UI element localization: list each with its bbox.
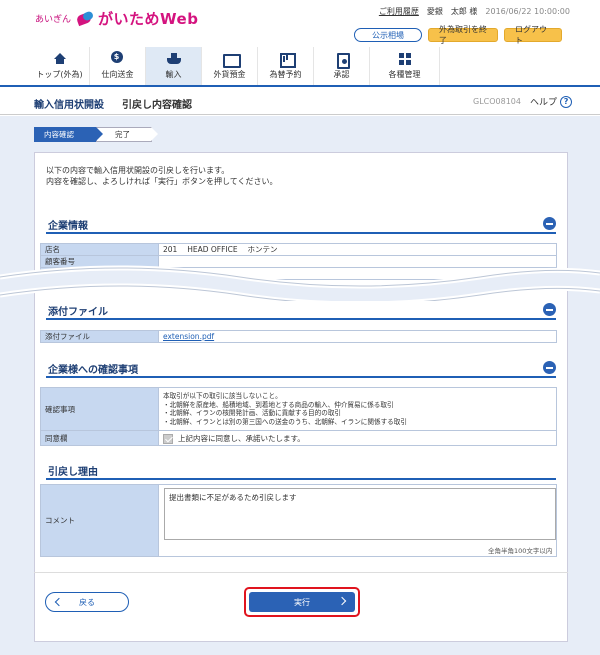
confirmation-text: 本取引が以下の取引に該当しないこと。 ・北朝鮮を原産地、船積地域、到着地とする商… [163, 390, 552, 428]
title-bar: 輸入信用状開設 引戻し内容確認 GLCO08104 ヘルプ? [0, 89, 600, 115]
confirmation-table: 確認事項 本取引が以下の取引に該当しないこと。 ・北朝鮮を原産地、船積地域、到着… [40, 387, 557, 446]
nav-import[interactable]: 輸入 [146, 47, 202, 85]
field-value: 上記内容に同意し、承諾いたします。 [158, 430, 557, 446]
nav-top[interactable]: トップ(外為) [30, 47, 90, 85]
confirmation-line: ・北朝鮮、イランとは別の第三国への送金のうち、北朝鮮、イランに関係する取引 [163, 417, 407, 426]
nav-fx-contract[interactable]: 為替予約 [258, 47, 314, 85]
nav-management[interactable]: 各種管理 [370, 47, 440, 85]
field-label: 同意欄 [40, 430, 159, 446]
help-icon: ? [560, 95, 573, 108]
field-value: 201 HEAD OFFICE ホンテン [158, 243, 557, 256]
nav-fx-deposit[interactable]: 外貨預金 [202, 47, 258, 85]
doc-icon [335, 52, 350, 69]
logo[interactable]: あいぎん がいためWeb [35, 8, 198, 29]
table-row: 同意欄 上記内容に同意し、承諾いたします。 [40, 430, 557, 446]
header-info: ご利用履歴 愛銀 太郎 様 2016/06/22 10:00:00 [379, 6, 570, 17]
field-label: 添付ファイル [40, 330, 159, 343]
divider [34, 572, 568, 573]
field-value: 本取引が以下の取引に該当しないこと。 ・北朝鮮を原産地、船積地域、到着地とする商… [158, 387, 557, 431]
public-rates-button[interactable]: 公示相場 [354, 28, 422, 42]
page-subtitle: 引戻し内容確認 [122, 100, 192, 111]
company-info-header: 企業情報 [46, 214, 556, 234]
collapse-icon[interactable] [543, 217, 556, 230]
section-title: 添付ファイル [48, 307, 108, 318]
field-label: 店名 [40, 243, 159, 256]
section-title: 企業様への確認事項 [48, 365, 138, 376]
nav-label: 仕向送金 [101, 69, 134, 79]
nav-remittance[interactable]: 仕向送金 [90, 47, 146, 85]
attachment-file-link[interactable]: extension.pdf [163, 332, 214, 341]
intro-text: 以下の内容で輸入信用状開設の引戻しを行います。 内容を確認し、よろしければ「実行… [46, 165, 278, 187]
login-datetime: 2016/06/22 10:00:00 [485, 7, 570, 16]
confirmation-line: ・北朝鮮、イランの核開発計画、活動に貢献する目的の取引 [163, 409, 342, 417]
user-name: 愛銀 太郎 様 [426, 7, 478, 16]
grid-icon [398, 52, 412, 65]
comment-textarea[interactable]: 提出書類に不足があるため引戻します [164, 488, 556, 540]
execute-label: 実行 [294, 597, 310, 607]
chevron-right-icon [337, 596, 347, 606]
page-title: 輸入信用状開設 [34, 100, 104, 111]
coin-icon [110, 50, 125, 65]
execute-highlight: 実行 [244, 587, 360, 617]
help-label: ヘルプ [530, 98, 558, 108]
nav-label: 各種管理 [388, 69, 421, 79]
confirmation-header: 企業様への確認事項 [46, 358, 556, 378]
help-link[interactable]: ヘルプ? [530, 95, 573, 108]
house-icon [53, 52, 67, 65]
header-buttons: 公示相場 外為取引を終了 ログアウト [354, 25, 562, 45]
ship-icon [166, 52, 181, 65]
field-label: コメント [40, 484, 159, 557]
nav-label: トップ(外為) [36, 69, 83, 79]
section-title: 企業情報 [48, 221, 88, 232]
header: あいぎん がいためWeb ご利用履歴 愛銀 太郎 様 2016/06/22 10… [0, 0, 600, 46]
step-indicator: 内容確認 完了 [34, 127, 158, 142]
table-row: 確認事項 本取引が以下の取引に該当しないこと。 ・北朝鮮を原産地、船積地域、到着… [40, 387, 557, 431]
step-complete: 完了 [96, 127, 158, 142]
back-label: 戻る [79, 597, 95, 607]
field-label: 確認事項 [40, 387, 159, 431]
bank-name: あいぎん [35, 15, 72, 25]
content-omission-wave [0, 265, 600, 301]
reason-header: 引戻し理由 [46, 460, 556, 480]
end-fx-button[interactable]: 外為取引を終了 [428, 25, 498, 45]
table-row: 添付ファイル extension.pdf [40, 330, 557, 343]
collapse-icon[interactable] [543, 303, 556, 316]
app-name: がいためWeb [98, 10, 199, 28]
nav-approval[interactable]: 承認 [314, 47, 370, 85]
nav-label: 輸入 [165, 69, 182, 79]
logout-button[interactable]: ログアウト [504, 25, 562, 45]
usage-history-link[interactable]: ご利用履歴 [379, 6, 419, 17]
attachments-table: 添付ファイル extension.pdf [40, 330, 557, 343]
char-limit-note: 全角半角100文字以内 [488, 547, 553, 555]
nav-label: 為替予約 [269, 69, 302, 79]
back-button[interactable]: 戻る [45, 592, 129, 612]
intro-line: 内容を確認し、よろしければ「実行」ボタンを押してください。 [46, 177, 278, 186]
agree-checkbox[interactable] [163, 433, 173, 444]
collapse-icon[interactable] [543, 361, 556, 374]
chevron-left-icon [54, 597, 64, 607]
confirmation-line: 本取引が以下の取引に該当しないこと。 [163, 392, 282, 400]
agree-text: 上記内容に同意し、承諾いたします。 [178, 433, 305, 443]
logo-icon [77, 12, 95, 26]
field-value: extension.pdf [158, 330, 557, 343]
nav-label: 承認 [333, 69, 350, 79]
step-confirm: 内容確認 [34, 127, 103, 142]
chart-icon [279, 52, 296, 68]
table-row: 店名 201 HEAD OFFICE ホンテン [40, 243, 557, 256]
section-title: 引戻し理由 [48, 467, 98, 478]
global-nav: トップ(外為) 仕向送金 輸入 外貨預金 為替予約 承認 各種管理 [0, 47, 600, 87]
card-icon [222, 53, 241, 68]
intro-line: 以下の内容で輸入信用状開設の引戻しを行います。 [46, 166, 230, 175]
confirmation-line: ・北朝鮮を原産地、船積地域、到着地とする商品の輸入、仲介貿易に係る取引 [163, 400, 394, 409]
nav-label: 外貨預金 [213, 69, 246, 79]
execute-button[interactable]: 実行 [249, 592, 355, 612]
screen-code: GLCO08104 [473, 97, 521, 106]
attachments-header: 添付ファイル [46, 300, 556, 320]
